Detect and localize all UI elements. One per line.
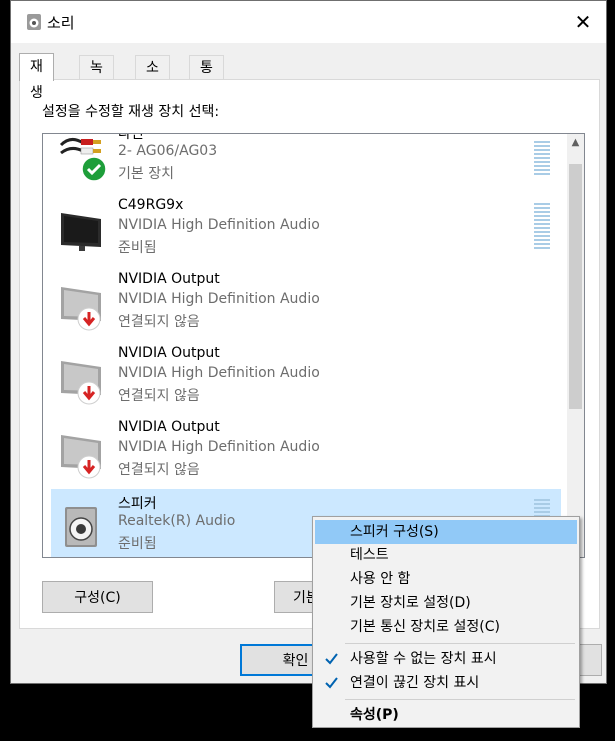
tab-sounds[interactable]: 소리 <box>135 55 170 100</box>
device-name: 라인 <box>118 133 144 142</box>
device-status: 준비됨 <box>118 536 157 552</box>
device-status: 준비됨 <box>118 240 157 256</box>
default-check-icon <box>81 156 107 182</box>
menu-item-disable[interactable]: 사용 안 함 <box>315 567 577 591</box>
device-item-nvidia-output-2[interactable]: NVIDIA Output NVIDIA High Definition Aud… <box>51 341 561 415</box>
device-item-nvidia-output-3[interactable]: NVIDIA Output NVIDIA High Definition Aud… <box>51 415 561 489</box>
device-status: 연결되지 않음 <box>118 388 200 404</box>
menu-item-show-disconnected[interactable]: 연결이 끊긴 장치 표시 <box>315 671 577 695</box>
device-item-line[interactable]: 라인 2- AG06/AG03 기본 장치 <box>51 133 561 193</box>
volume-meter <box>534 141 550 175</box>
menu-item-properties[interactable]: 속성(P) <box>315 703 577 727</box>
title-bar: 소리 ✕ <box>11 1 606 43</box>
device-description: 2- AG06/AG03 <box>118 143 218 159</box>
device-item-nvidia-output-1[interactable]: NVIDIA Output NVIDIA High Definition Aud… <box>51 267 561 341</box>
device-status: 기본 장치 <box>118 166 174 182</box>
menu-item-set-default-device[interactable]: 기본 장치로 설정(D) <box>315 591 577 615</box>
menu-item-set-default-comm[interactable]: 기본 통신 장치로 설정(C) <box>315 615 577 639</box>
menu-item-test[interactable]: 테스트 <box>315 543 577 567</box>
menu-item-label: 연결이 끊긴 장치 표시 <box>350 675 480 691</box>
device-context-menu: 스피커 구성(S) 테스트 사용 안 함 기본 장치로 설정(D) 기본 통신 … <box>312 516 580 728</box>
disconnected-arrow-icon <box>77 307 101 331</box>
device-status: 연결되지 않음 <box>118 314 200 330</box>
menu-item-label: 사용할 수 없는 장치 표시 <box>350 651 497 667</box>
checkmark-icon <box>325 653 338 665</box>
device-status: 연결되지 않음 <box>118 462 200 478</box>
device-item-c49rg9x[interactable]: C49RG9x NVIDIA High Definition Audio 준비됨 <box>51 193 561 267</box>
device-name: NVIDIA Output <box>118 419 220 435</box>
device-description: NVIDIA High Definition Audio <box>118 217 320 233</box>
menu-item-configure-speakers[interactable]: 스피커 구성(S) <box>315 520 577 544</box>
monitor-icon <box>61 213 101 251</box>
speaker-title-icon <box>27 14 41 30</box>
device-name: NVIDIA Output <box>118 345 220 361</box>
checkmark-icon <box>325 677 338 689</box>
speaker-icon <box>65 507 97 547</box>
device-name: 스피커 <box>118 496 157 512</box>
tab-communications[interactable]: 통신 <box>189 55 224 100</box>
menu-separator <box>345 699 575 700</box>
scroll-up-button[interactable]: ▲ <box>567 134 584 151</box>
disconnected-arrow-icon <box>77 381 101 405</box>
device-list-scrollbar[interactable]: ▲ <box>567 134 584 557</box>
tab-recording[interactable]: 녹음 <box>79 55 114 100</box>
device-list[interactable]: 라인 2- AG06/AG03 기본 장치 C49RG9x NVIDIA Hig… <box>42 133 585 558</box>
cancel-button-partial[interactable] <box>580 644 602 676</box>
device-description: NVIDIA High Definition Audio <box>118 365 320 381</box>
configure-button[interactable]: 구성(C) <box>42 581 153 613</box>
select-device-prompt: 설정을 수정할 재생 장치 선택: <box>42 104 220 120</box>
menu-item-show-disabled[interactable]: 사용할 수 없는 장치 표시 <box>315 647 577 671</box>
device-description: Realtek(R) Audio <box>118 513 236 529</box>
tab-playback[interactable]: 재생 <box>19 53 54 101</box>
device-description: NVIDIA High Definition Audio <box>118 439 320 455</box>
window-title: 소리 <box>47 14 75 32</box>
menu-separator <box>345 643 575 644</box>
close-button[interactable]: ✕ <box>560 1 606 43</box>
device-name: NVIDIA Output <box>118 271 220 287</box>
disconnected-arrow-icon <box>77 455 101 479</box>
scroll-thumb[interactable] <box>569 164 582 409</box>
volume-meter <box>534 203 550 249</box>
device-description: NVIDIA High Definition Audio <box>118 291 320 307</box>
device-name: C49RG9x <box>118 197 184 213</box>
